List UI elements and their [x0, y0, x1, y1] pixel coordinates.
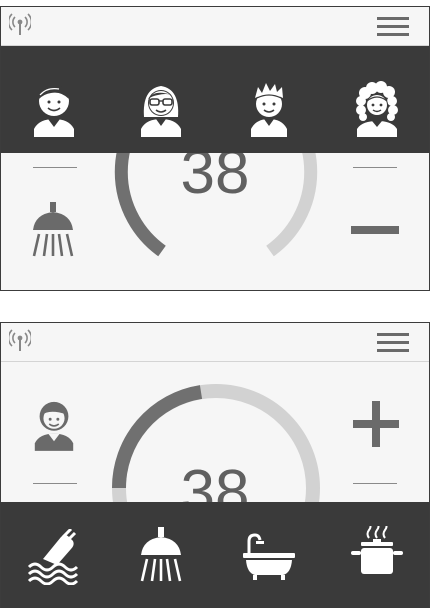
cooking-pot-icon[interactable]: [349, 526, 405, 582]
hamburger-icon[interactable]: [377, 333, 409, 353]
header-bar: [1, 323, 429, 362]
shower-icon[interactable]: [29, 202, 77, 258]
girl-glasses-avatar-icon[interactable]: [136, 81, 186, 137]
plus-icon[interactable]: [353, 401, 399, 447]
header-bar: [1, 7, 429, 46]
mode-selector-band: [1, 502, 429, 608]
thermostat-panel-mode-select: 38: [0, 322, 430, 608]
bathtub-icon[interactable]: [241, 530, 297, 586]
minus-icon[interactable]: [351, 226, 399, 234]
boy-avatar-icon[interactable]: [29, 81, 79, 137]
boy-avatar-icon[interactable]: [30, 397, 78, 451]
hamburger-icon[interactable]: [377, 17, 409, 37]
spiky-boy-avatar-icon[interactable]: [244, 81, 294, 137]
user-selector-band: [1, 46, 429, 153]
shower-icon[interactable]: [136, 527, 186, 583]
broadcast-icon[interactable]: [9, 13, 31, 37]
thermostat-panel-user-select: 38: [0, 6, 430, 291]
broadcast-icon[interactable]: [9, 329, 31, 353]
hand-wash-icon[interactable]: [27, 529, 81, 585]
curly-woman-avatar-icon[interactable]: [352, 81, 402, 137]
